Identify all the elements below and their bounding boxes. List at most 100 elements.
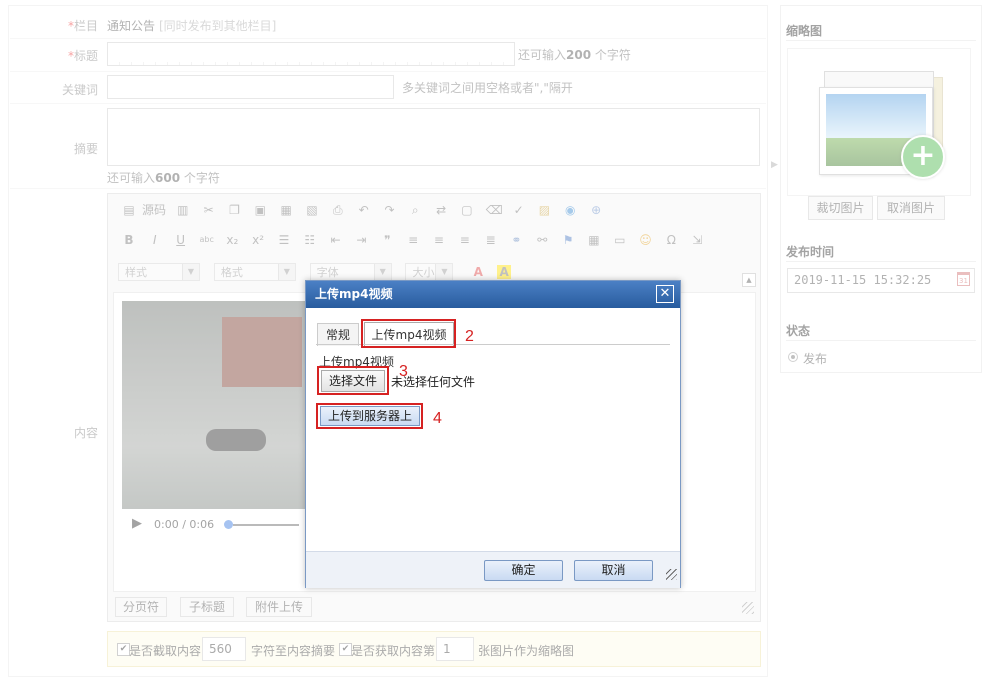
sidebar-collapse-icon[interactable]: ▶ xyxy=(771,160,778,170)
publish-time-title: 发布时间 xyxy=(786,245,835,259)
cancel-button[interactable]: 取消 xyxy=(574,560,653,581)
status-title: 状态 xyxy=(786,324,811,338)
align-center-icon[interactable]: ≡ xyxy=(432,233,446,247)
font-combo[interactable]: 字体 ▼ xyxy=(309,263,392,281)
crop-image-button[interactable]: 裁切图片 xyxy=(808,196,873,220)
video-progress-thumb[interactable] xyxy=(224,520,233,529)
page-break-icon[interactable]: ⇲ xyxy=(690,233,704,247)
smiley-icon[interactable]: ☺ xyxy=(639,233,653,247)
ordered-list-icon[interactable]: ☰ xyxy=(277,233,291,247)
status-radio-publish[interactable] xyxy=(788,352,798,362)
truncate-length-input[interactable]: 560 xyxy=(202,637,246,661)
blockquote-icon[interactable]: ❞ xyxy=(380,233,394,247)
eraser-icon[interactable]: ⌫ xyxy=(486,203,503,217)
page-break-button[interactable]: 分页符 xyxy=(115,597,167,617)
spellcheck-icon[interactable]: ✓ xyxy=(512,203,526,217)
divider xyxy=(10,38,766,39)
size-combo[interactable]: 大小 ▼ xyxy=(405,263,454,281)
table-icon[interactable]: ▦ xyxy=(587,233,601,247)
play-icon[interactable]: ▶ xyxy=(132,516,142,531)
thumb-photo-sky xyxy=(826,94,926,138)
undo-icon[interactable]: ↶ xyxy=(357,203,371,217)
unordered-list-icon[interactable]: ☷ xyxy=(303,233,317,247)
find-icon[interactable]: ⌕ xyxy=(408,203,422,217)
select-all-icon[interactable]: ▢ xyxy=(460,203,474,217)
column-note-link[interactable]: [同时发布到其他栏目] xyxy=(159,17,276,34)
publish-time-input[interactable]: 2019-11-15 15:32:25 xyxy=(787,268,975,293)
chevron-down-icon: ▼ xyxy=(182,264,199,280)
align-left-icon[interactable]: ≡ xyxy=(406,233,420,247)
annotation-2: 2 xyxy=(465,328,474,345)
hr-icon[interactable]: ▭ xyxy=(613,233,627,247)
video-frame xyxy=(122,301,312,509)
no-file-text: 未选择任何文件 xyxy=(391,375,476,389)
underline-icon[interactable]: U xyxy=(174,233,188,247)
unlink-icon[interactable]: ⚯ xyxy=(535,233,549,247)
title-hint: 还可输入200 个字符 xyxy=(518,48,631,62)
style-combo[interactable]: 样式 ▼ xyxy=(118,263,200,281)
resize-handle-icon[interactable] xyxy=(742,602,754,614)
column-label: *栏目 xyxy=(67,19,98,33)
title-input[interactable] xyxy=(107,42,515,66)
bg-color-icon[interactable]: A xyxy=(497,265,512,279)
summary-hint: 还可输入600 个字符 xyxy=(107,171,220,185)
copy-icon[interactable]: ❐ xyxy=(228,203,242,217)
redo-icon[interactable]: ↷ xyxy=(382,203,396,217)
divider xyxy=(786,261,976,262)
superscript-icon[interactable]: x² xyxy=(251,233,265,247)
truncate-label: 是否截取内容 xyxy=(129,644,202,658)
keywords-label: 关键词 xyxy=(61,83,98,97)
format-combo[interactable]: 格式 ▼ xyxy=(213,263,296,281)
subtitle-button[interactable]: 子标题 xyxy=(180,597,234,617)
tab-general[interactable]: 常规 xyxy=(317,323,359,346)
outdent-icon[interactable]: ⇤ xyxy=(329,233,343,247)
summary-textarea[interactable] xyxy=(107,108,760,166)
image-icon[interactable]: ▨ xyxy=(537,203,551,217)
subscript-icon[interactable]: x₂ xyxy=(225,233,239,247)
thumbnail-title: 缩略图 xyxy=(786,24,823,38)
summary-label: 摘要 xyxy=(73,142,98,156)
divider xyxy=(786,340,976,341)
thumbnail-box[interactable]: + xyxy=(787,48,971,196)
maximize-icon[interactable]: ⊕ xyxy=(589,203,603,217)
truncate-suffix: 字符至内容摘要 xyxy=(251,644,336,658)
close-icon[interactable]: ✕ xyxy=(656,285,674,303)
content-label: 内容 xyxy=(73,426,98,440)
indent-icon[interactable]: ⇥ xyxy=(354,233,368,247)
attachment-upload-button[interactable]: 附件上传 xyxy=(246,597,312,617)
paste-icon[interactable]: ▣ xyxy=(253,203,267,217)
dialog-title[interactable]: 上传mp4视频 xyxy=(306,281,680,308)
italic-icon[interactable]: I xyxy=(148,233,162,247)
collapse-toolbar-icon[interactable]: ▲ xyxy=(742,273,756,287)
ok-button[interactable]: 确定 xyxy=(484,560,563,581)
radio-dot xyxy=(791,355,795,359)
print-icon[interactable]: ⎙ xyxy=(331,203,345,217)
align-justify-icon[interactable]: ≣ xyxy=(484,233,498,247)
strike-icon[interactable]: abc xyxy=(199,233,213,247)
divider xyxy=(786,40,976,41)
cancel-image-button[interactable]: 取消图片 xyxy=(877,196,945,220)
media-icon[interactable]: ◉ xyxy=(563,203,577,217)
align-right-icon[interactable]: ≡ xyxy=(458,233,472,247)
source-button[interactable]: 源码 xyxy=(142,201,166,218)
replace-icon[interactable]: ⇄ xyxy=(434,203,448,217)
calendar-icon[interactable]: 31 xyxy=(957,272,970,286)
anchor-icon[interactable]: ⚑ xyxy=(561,233,575,247)
dialog-resize-icon[interactable] xyxy=(666,569,677,580)
text-color-icon[interactable]: A xyxy=(471,265,485,279)
video-progress-track[interactable] xyxy=(233,524,299,526)
source-icon[interactable]: ▤ xyxy=(122,203,136,217)
cut-icon[interactable]: ✂ xyxy=(202,203,216,217)
document-icon[interactable]: ▥ xyxy=(176,203,190,217)
divider xyxy=(10,71,766,72)
keywords-input[interactable] xyxy=(107,75,394,99)
bold-icon[interactable]: B xyxy=(122,233,136,247)
link-icon[interactable]: ⚭ xyxy=(509,233,523,247)
thumb-index-input[interactable]: 1 xyxy=(436,637,474,661)
annotation-box-upload xyxy=(316,403,423,429)
add-image-icon[interactable]: + xyxy=(901,135,945,179)
column-value: 通知公告 xyxy=(107,19,156,33)
special-char-icon[interactable]: Ω xyxy=(664,233,678,247)
paste-text-icon[interactable]: ▦ xyxy=(279,203,293,217)
paste-word-icon[interactable]: ▧ xyxy=(305,203,319,217)
